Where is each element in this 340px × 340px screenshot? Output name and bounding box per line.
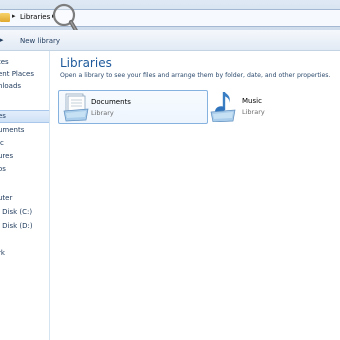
command-toolbar: ▸ New library	[0, 30, 340, 51]
breadcrumb-arrow-icon[interactable]: ▸	[12, 12, 16, 20]
nav-item-documents[interactable]: uments	[0, 124, 49, 137]
library-name: Music	[242, 97, 262, 105]
documents-library-icon	[63, 93, 89, 122]
new-library-button[interactable]: New library	[20, 37, 60, 45]
page-subtitle: Open a library to see your files and arr…	[60, 72, 331, 79]
nav-item-libraries[interactable]: es	[0, 110, 49, 123]
library-item-music[interactable]: Music Library	[210, 90, 330, 124]
content-pane: Libraries Open a library to see your fil…	[50, 51, 340, 340]
nav-item-local-disk-d[interactable]: l Disk (D:)	[0, 220, 49, 233]
nav-item-label: uter	[0, 194, 13, 202]
nav-item-label: uments	[0, 126, 25, 134]
nav-item-label: ic	[0, 139, 4, 147]
nav-item-local-disk-c[interactable]: l Disk (C:)	[0, 206, 49, 219]
nav-item-label: l Disk (D:)	[0, 222, 33, 230]
nav-item-computer[interactable]: uter	[0, 192, 49, 205]
address-bar-area: ▸ Libraries ▸	[0, 0, 340, 43]
nav-item-label: nloads	[0, 82, 22, 90]
music-library-icon	[210, 92, 236, 122]
page-title: Libraries	[60, 56, 112, 70]
nav-item-music[interactable]: ic	[0, 137, 49, 150]
toolbar-chevron-icon[interactable]: ▸	[0, 36, 4, 44]
navigation-pane: tes ent Places nloads es uments ic ures …	[0, 51, 50, 340]
nav-item-label: es	[0, 112, 6, 120]
nav-item-label: rk	[0, 249, 5, 257]
breadcrumb-libraries[interactable]: Libraries	[20, 13, 50, 21]
library-name: Documents	[91, 98, 131, 106]
nav-item-label: os	[0, 165, 6, 173]
nav-item-downloads[interactable]: nloads	[0, 80, 49, 93]
library-type: Library	[242, 108, 265, 116]
library-type: Library	[91, 109, 114, 117]
folder-icon	[0, 13, 10, 22]
nav-item-label: l Disk (C:)	[0, 208, 33, 216]
nav-item-label: ures	[0, 152, 14, 160]
nav-item-videos[interactable]: os	[0, 163, 49, 176]
nav-item-network[interactable]: rk	[0, 247, 49, 260]
nav-item-pictures[interactable]: ures	[0, 150, 49, 163]
library-item-documents[interactable]: Documents Library	[58, 90, 208, 124]
